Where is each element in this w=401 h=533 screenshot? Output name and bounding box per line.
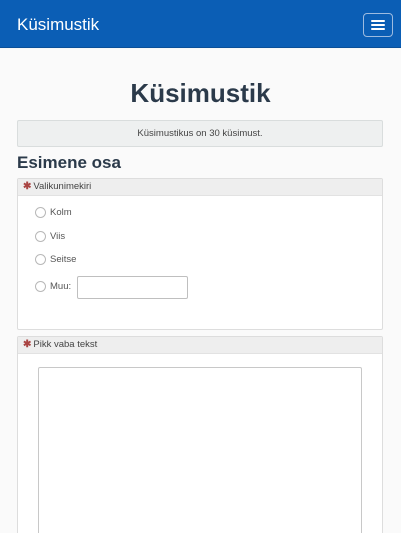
long-text-area[interactable]: [38, 367, 362, 533]
top-navbar: Küsimustik: [0, 0, 401, 48]
brand-link[interactable]: Küsimustik: [17, 15, 99, 35]
section-title: Esimene osa: [17, 153, 121, 172]
radio-label: Seitse: [50, 254, 77, 265]
radio-button[interactable]: [35, 231, 46, 242]
page-title: Küsimustik: [130, 78, 271, 108]
question-panel-long-text: ✱ Pikk vaba tekst: [17, 336, 383, 533]
question-panel-choice: ✱ Valikunimekiri Kolm Viis Seitse Muu:: [17, 178, 383, 330]
radio-label: Kolm: [50, 207, 72, 218]
required-icon: ✱: [23, 339, 32, 350]
radio-label: Viis: [50, 231, 66, 242]
radio-button[interactable]: [35, 207, 46, 218]
other-text-input[interactable]: [77, 276, 188, 299]
radio-button[interactable]: [35, 281, 46, 292]
radio-label: Muu:: [50, 281, 72, 292]
menu-toggle-button[interactable]: [363, 13, 393, 37]
required-icon: ✱: [23, 181, 32, 192]
question-header: ✱ Valikunimekiri: [18, 179, 382, 196]
question-header: ✱ Pikk vaba tekst: [18, 337, 382, 354]
radio-button[interactable]: [35, 254, 46, 265]
question-label: Pikk vaba tekst: [33, 339, 98, 350]
info-box: Küsimustikus on 30 küsimust.: [17, 120, 383, 147]
question-label: Valikunimekiri: [33, 181, 92, 192]
